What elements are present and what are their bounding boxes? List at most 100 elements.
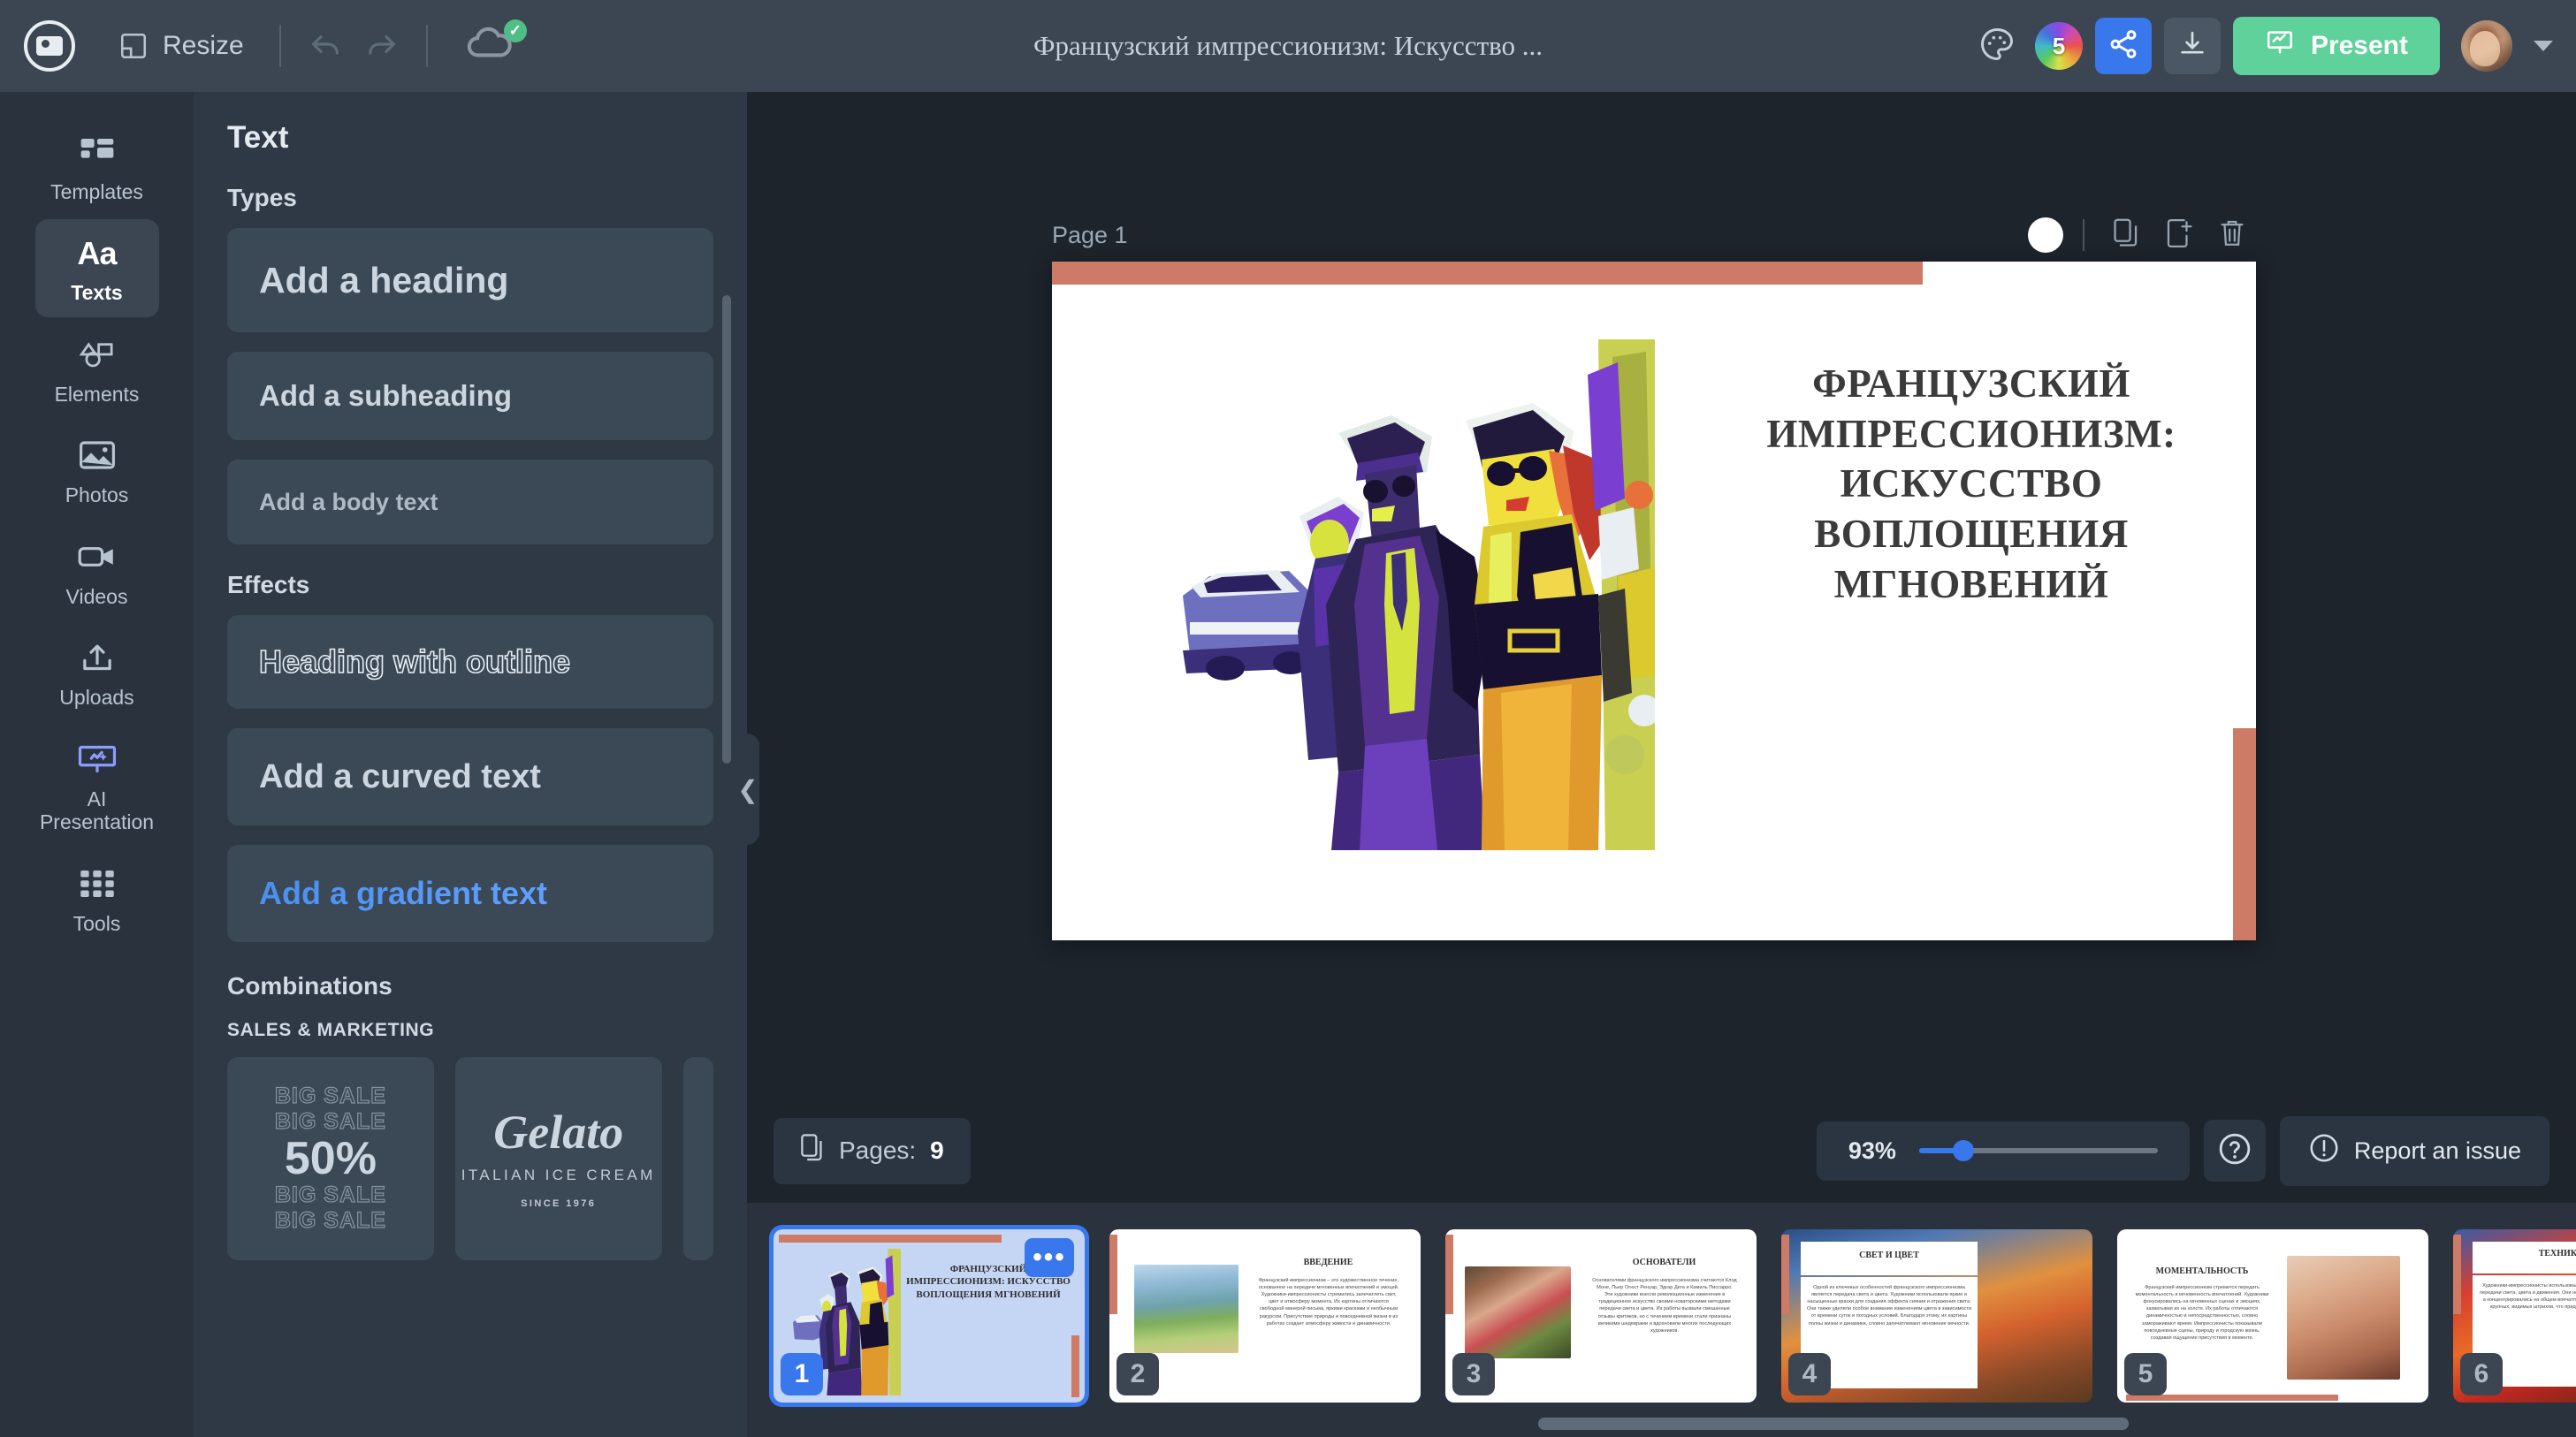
types-heading: Types xyxy=(227,184,297,211)
impressionist-street-figures-artwork[interactable] xyxy=(1183,339,1655,850)
resize-button[interactable]: Resize xyxy=(99,20,263,72)
toolbar-divider-2 xyxy=(425,25,428,67)
thumbnail-more-options-button[interactable]: ••• xyxy=(1025,1238,1074,1277)
page-background-color-swatch[interactable] xyxy=(2028,217,2063,253)
sidebar-item-label: Photos xyxy=(65,483,129,507)
add-page-button[interactable] xyxy=(2157,213,2201,257)
user-avatar[interactable] xyxy=(2461,20,2512,72)
thumbnail-strip-scrollbar[interactable] xyxy=(1538,1418,2129,1430)
add-gradient-text-label: Add a gradient text xyxy=(259,875,548,911)
report-issue-label: Report an issue xyxy=(2353,1137,2521,1164)
sidebar-item-tools[interactable]: Tools xyxy=(35,850,159,947)
combo-brand-tagline: ITALIAN ICE CREAM xyxy=(461,1167,656,1183)
thumb-accent-left xyxy=(2453,1235,2461,1314)
text-panel: Text Types Add a heading Add a subheadin… xyxy=(194,92,747,1437)
present-screen-icon xyxy=(2265,27,2295,65)
copy-page-icon xyxy=(2113,218,2139,253)
page-tools-divider xyxy=(2083,219,2084,251)
thumbnail-slide-5[interactable]: МОМЕНТАЛЬНОСТЬ Французский импрессионизм… xyxy=(2117,1229,2428,1403)
thumbnail-body: Основателями французского импрессионизма… xyxy=(1592,1278,1737,1334)
text-aa-icon: Aa xyxy=(77,234,117,271)
combo-big-discount: 50% xyxy=(284,1132,377,1184)
resize-icon xyxy=(118,31,149,61)
slide-title[interactable]: ФРАНЦУЗСКИЙ ИМПРЕССИОНИЗМ: ИСКУССТВО ВОП… xyxy=(1724,359,2219,609)
sidebar-item-texts[interactable]: Aa Texts xyxy=(34,219,159,317)
thumbnail-slide-6[interactable]: ТЕХНИКА Художники-импрессионисты использ… xyxy=(2453,1229,2576,1403)
sidebar-item-label: Tools xyxy=(72,911,121,935)
panel-scrollbar[interactable] xyxy=(722,295,731,764)
thumbnail-slide-4[interactable]: СВЕТ И ЦВЕТ Одной из ключевых особенност… xyxy=(1781,1229,2092,1403)
sidebar-item-uploads[interactable]: Uploads xyxy=(35,624,159,721)
add-gradient-text-button[interactable]: Add a gradient text xyxy=(227,845,713,942)
sidebar-item-templates[interactable]: Templates xyxy=(35,118,159,216)
collapse-panel-button[interactable]: ❮ xyxy=(736,734,759,845)
app-logo-button[interactable] xyxy=(0,20,99,72)
share-icon xyxy=(2107,28,2139,65)
present-button[interactable]: Present xyxy=(2232,17,2440,75)
combo-ghost-line-2: BIG SALE xyxy=(274,1108,386,1134)
bottom-right-controls: 93% Report an issue xyxy=(1816,1115,2549,1186)
slide-canvas[interactable]: ФРАНЦУЗСКИЙ ИМПРЕССИОНИЗМ: ИСКУССТВО ВОП… xyxy=(1052,262,2256,940)
sidebar-item-label: AI Presentation xyxy=(39,787,155,834)
undo-button[interactable] xyxy=(297,18,354,74)
left-nav-rail: Templates Aa Texts Elements Photos Video… xyxy=(0,92,194,1437)
slide-accent-top-bar xyxy=(1052,262,1923,285)
duplicate-page-button[interactable] xyxy=(2104,213,2148,257)
redo-button[interactable] xyxy=(354,18,410,74)
sidebar-item-ai-presentation[interactable]: AI Presentation xyxy=(35,726,159,847)
help-question-icon xyxy=(2217,1131,2252,1171)
share-button[interactable] xyxy=(2094,18,2152,74)
thumbnail-number: 1 xyxy=(781,1353,823,1395)
document-title[interactable]: Французский импрессионизм: Искусство ... xyxy=(1033,30,1543,62)
color-wheel-button[interactable]: 5 xyxy=(2034,22,2083,70)
sidebar-item-videos[interactable]: Videos xyxy=(35,523,159,620)
add-heading-button[interactable]: Add a heading xyxy=(227,228,713,332)
combo-brand-name: Gelato xyxy=(493,1106,624,1159)
sidebar-item-elements[interactable]: Elements xyxy=(35,321,159,418)
thumbnail-image xyxy=(1134,1265,1238,1353)
zoom-percent-label: 93% xyxy=(1848,1137,1896,1164)
report-issue-button[interactable]: Report an issue xyxy=(2279,1115,2549,1186)
panel-title: Text xyxy=(227,120,289,155)
thumbnail-image xyxy=(1465,1266,1571,1358)
present-label: Present xyxy=(2310,31,2408,60)
help-button[interactable] xyxy=(2203,1120,2266,1182)
add-body-text-button[interactable]: Add a body text xyxy=(227,460,713,544)
redo-icon xyxy=(364,27,400,66)
thumbnail-body: Французский импрессионизм стремится пере… xyxy=(2135,1285,2269,1341)
cloud-check-icon: ✓ xyxy=(503,19,527,42)
thumb-accent-left xyxy=(1445,1235,1453,1314)
thumbnail-title: МОМЕНТАЛЬНОСТЬ xyxy=(2155,1266,2249,1276)
pages-button[interactable]: Pages: 9 xyxy=(774,1117,971,1184)
pages-label: Pages: xyxy=(839,1137,917,1164)
cloud-save-status[interactable]: ✓ xyxy=(463,19,527,71)
combinations-row: BIG SALE BIG SALE 50% BIG SALE BIG SALE … xyxy=(227,1057,714,1260)
combination-card-big-sale[interactable]: BIG SALE BIG SALE 50% BIG SALE BIG SALE xyxy=(227,1057,434,1260)
combinations-heading: Combinations xyxy=(227,972,392,1000)
theme-palette-button[interactable] xyxy=(1971,20,2023,72)
thumbnail-slide-2[interactable]: ВВЕДЕНИЕ Французский импрессионизм – это… xyxy=(1109,1229,1421,1403)
slide-thumbnail-strip[interactable]: ••• ФРАНЦУЗСКИЙ ИМПРЕССИОНИЗМ: ИСКУССТВО… xyxy=(747,1203,2576,1437)
sidebar-item-label: Texts xyxy=(71,281,123,305)
bottom-toolbar: Pages: 9 93% Report an issue xyxy=(747,1099,2576,1203)
thumbnail-body: Художники-импрессионисты использовали но… xyxy=(2480,1283,2576,1311)
thumbnail-number: 6 xyxy=(2460,1353,2503,1395)
thumb-accent-right xyxy=(1071,1335,1079,1397)
download-button[interactable] xyxy=(2163,18,2221,74)
thumbnail-slide-3[interactable]: ОСНОВАТЕЛИ Основателями французского имп… xyxy=(1445,1229,1757,1403)
add-curved-text-button[interactable]: Add a curved text xyxy=(227,728,713,825)
combination-card-partial[interactable] xyxy=(682,1057,714,1260)
zoom-slider-handle[interactable] xyxy=(1952,1140,1974,1161)
thumbnail-body: Одной из ключевых особенностей французск… xyxy=(1806,1285,1972,1327)
sidebar-item-photos[interactable]: Photos xyxy=(35,422,159,519)
chevron-down-icon[interactable] xyxy=(2534,41,2553,51)
delete-page-button[interactable] xyxy=(2210,213,2254,257)
add-subheading-button[interactable]: Add a subheading xyxy=(227,352,713,440)
zoom-slider[interactable] xyxy=(1918,1140,2158,1161)
page-tools xyxy=(2028,213,2254,257)
heading-with-outline-button[interactable]: Heading with outline xyxy=(227,615,713,709)
thumbnail-slide-1[interactable]: ••• ФРАНЦУЗСКИЙ ИМПРЕССИОНИЗМ: ИСКУССТВО… xyxy=(769,1225,1089,1407)
thumbnail-title: ТЕХНИКА xyxy=(2538,1249,2576,1258)
upload-icon xyxy=(80,638,115,677)
combination-card-gelato[interactable]: Gelato ITALIAN ICE CREAM SINCE 1976 xyxy=(454,1057,662,1260)
